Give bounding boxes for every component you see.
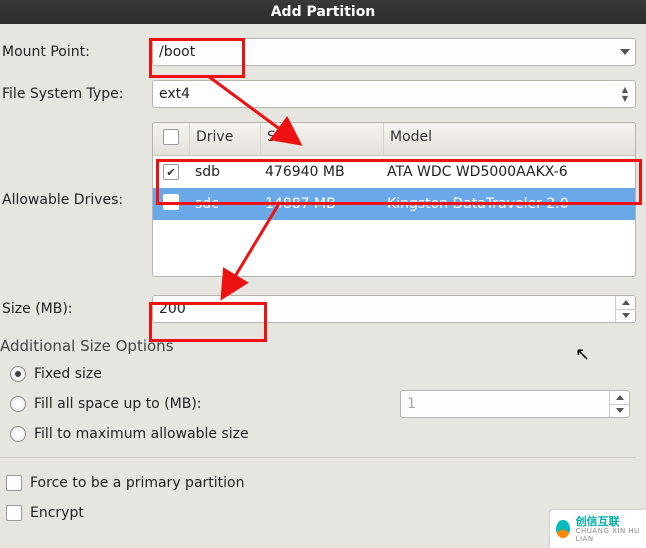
encrypt-checkbox[interactable] [6,505,22,521]
chevron-down-icon [622,313,630,318]
fs-type-row: File System Type: ext4 ▲ ▼ [0,80,636,108]
additional-size-options: Fixed size Fill all space up to (MB): 1 [0,355,636,449]
drive-size: 14887 MB [259,196,381,212]
additional-size-options-label: Additional Size Options [0,337,636,355]
option-fill-up-to-label: Fill all space up to (MB): [34,396,202,412]
header-checkbox-column[interactable] [153,123,190,155]
chevron-down-icon [616,408,624,413]
dialog-body: Mount Point: /boot File System Type: ext… [0,24,646,528]
drives-table: Drive Size Model sdb 476940 MB ATA WDC W… [152,122,636,277]
encrypt-label: Encrypt [30,505,84,521]
option-fill-up-to[interactable]: Fill all space up to (MB): 1 [10,389,636,419]
chevron-up-icon: ▲ [622,85,628,94]
drive-size: 476940 MB [259,164,381,180]
force-primary-row[interactable]: Force to be a primary partition [0,468,636,498]
chevron-up-icon [616,395,624,400]
title-bar: Add Partition [0,0,646,24]
fill-up-to-spin-up[interactable] [609,391,629,404]
size-spin-buttons [615,296,635,322]
fs-type-value: ext4 [159,86,190,102]
header-drive[interactable]: Drive [190,123,261,155]
radio-fill-up-to[interactable] [10,396,26,412]
drive-checkbox-sdc[interactable] [163,194,179,210]
chevron-down-icon [620,49,630,55]
watermark-logo-icon [556,520,570,538]
encrypt-row[interactable]: Encrypt [0,498,636,528]
fill-up-to-spinbox[interactable]: 1 [400,390,630,418]
fs-type-combo[interactable]: ext4 [152,80,636,108]
fill-up-to-spin-buttons [609,391,629,417]
fs-type-label: File System Type: [0,86,152,102]
header-size[interactable]: Size [261,123,384,155]
mount-point-dropdown-button[interactable] [615,39,635,65]
drive-row-sdb[interactable]: sdb 476940 MB ATA WDC WD5000AAKX-6 [153,156,635,188]
option-fill-max-label: Fill to maximum allowable size [34,426,249,442]
size-label: Size (MB): [0,301,152,317]
watermark-line1: 创信互联 [576,516,640,527]
window-title: Add Partition [271,4,376,20]
mount-point-combo[interactable]: /boot [152,38,636,66]
size-spin-up[interactable] [615,296,635,309]
drives-header: Drive Size Model [153,123,635,156]
force-primary-label: Force to be a primary partition [30,475,244,491]
allowable-drives-row: Allowable Drives: Drive Size Model sdb 4… [0,122,636,277]
force-primary-checkbox[interactable] [6,475,22,491]
add-partition-dialog: Add Partition Mount Point: /boot File Sy… [0,0,646,548]
watermark: 创信互联 CHUANG XIN HU LIAN [550,510,646,548]
drive-row-sdc[interactable]: sdc 14887 MB Kingston DataTraveler 2.0 [153,188,635,220]
fill-up-to-value: 1 [407,396,416,412]
header-model[interactable]: Model [384,123,635,155]
size-row: Size (MB): 200 [0,295,636,323]
drive-model: Kingston DataTraveler 2.0 [381,196,635,212]
separator [0,457,636,458]
size-spinbox[interactable]: 200 [152,295,636,323]
option-fixed-size-label: Fixed size [34,366,102,382]
chevron-down-icon: ▼ [622,94,628,103]
watermark-line2: CHUANG XIN HU LIAN [576,527,640,543]
allowable-drives-label: Allowable Drives: [0,192,152,208]
drive-name: sdc [189,196,259,212]
drive-model: ATA WDC WD5000AAKX-6 [381,164,635,180]
checkbox-icon [163,129,179,145]
radio-fill-max[interactable] [10,426,26,442]
size-spin-down[interactable] [615,309,635,323]
size-value: 200 [159,301,186,317]
radio-fixed-size[interactable] [10,366,26,382]
drive-name: sdb [189,164,259,180]
drive-checkbox-sdb[interactable] [163,164,179,180]
fs-type-updown[interactable]: ▲ ▼ [615,81,635,107]
fill-up-to-spin-down[interactable] [609,404,629,418]
drives-empty-space [153,220,635,276]
option-fixed-size[interactable]: Fixed size [10,359,636,389]
chevron-up-icon [622,300,630,305]
option-fill-max[interactable]: Fill to maximum allowable size [10,419,636,449]
mount-point-value: /boot [159,44,195,60]
mount-point-label: Mount Point: [0,44,152,60]
mount-point-row: Mount Point: /boot [0,38,636,66]
